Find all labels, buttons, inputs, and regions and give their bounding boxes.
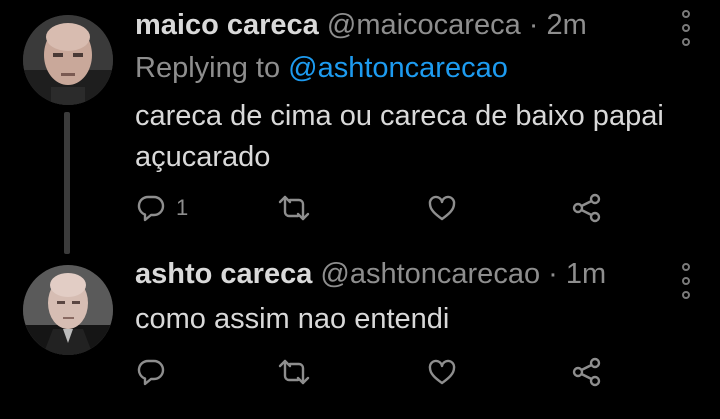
retweet-button[interactable]	[276, 354, 312, 390]
avatar[interactable]	[23, 265, 113, 355]
more-icon[interactable]	[679, 263, 693, 299]
like-button[interactable]	[427, 354, 457, 390]
tweet-2[interactable]: ashto careca @ashtoncarecao · 1m como as…	[0, 0, 720, 419]
user-handle[interactable]: @ashtoncarecao	[320, 258, 540, 290]
reply-button[interactable]	[136, 354, 176, 390]
timestamp[interactable]: 1m	[566, 258, 606, 290]
share-button[interactable]	[571, 354, 603, 390]
reply-icon	[136, 357, 166, 387]
like-icon	[427, 357, 457, 387]
tweet-actions	[0, 354, 720, 390]
display-name[interactable]: ashto careca	[135, 258, 312, 290]
tweet-header: ashto careca @ashtoncarecao · 1m	[135, 257, 606, 291]
retweet-icon	[276, 357, 312, 387]
share-icon	[571, 357, 603, 387]
tweet-text: como assim nao entendi	[135, 303, 450, 335]
separator-dot: ·	[548, 258, 558, 290]
